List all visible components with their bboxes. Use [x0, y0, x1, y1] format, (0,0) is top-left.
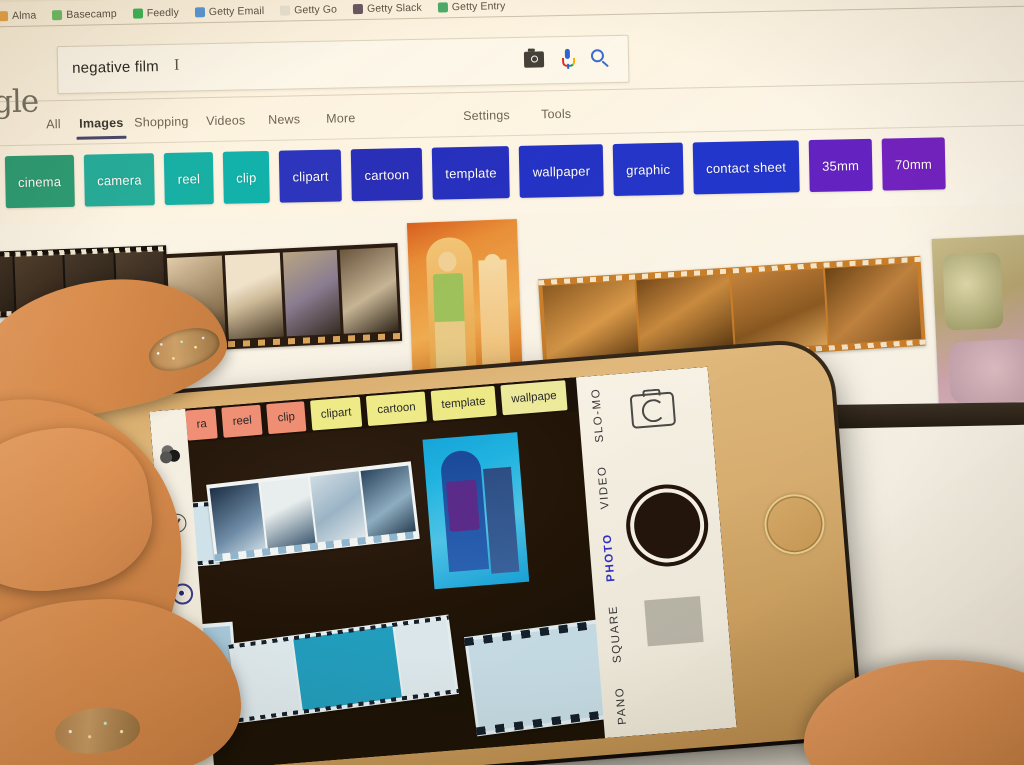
bookmark-item[interactable]: Getty Slack [352, 1, 422, 15]
bookmark-item[interactable]: Getty Email [194, 4, 265, 19]
tab-settings[interactable]: Settings [463, 108, 510, 123]
bookmark-item[interactable]: Basecamp [52, 8, 117, 21]
search-input[interactable]: negative film [72, 58, 159, 77]
tab-label: News [268, 112, 301, 127]
bookmark-label: Alma [11, 9, 37, 23]
tab-news[interactable]: News [268, 112, 300, 127]
bookmark-favicon-icon [352, 3, 364, 15]
tab-label: Settings [462, 108, 511, 124]
viewfinder-film-strip [228, 614, 459, 724]
finger-nail-glitter [52, 703, 143, 758]
film-strip-amber-negative[interactable] [538, 255, 926, 370]
filter-chip[interactable]: wallpaper [519, 144, 604, 198]
viewfinder-guards-photo [422, 432, 530, 590]
search-icons [523, 48, 610, 70]
camera-mode-photo[interactable]: PHOTO [602, 533, 618, 582]
tab-label: All [46, 117, 61, 132]
viewfinder-chip: cartoon [366, 391, 427, 427]
tab-all[interactable]: All [46, 117, 61, 131]
tab-shopping[interactable]: Shopping [134, 115, 189, 130]
tab-images[interactable]: Images [76, 115, 127, 140]
camera-mode-slo-mo[interactable]: SLO-MO [590, 387, 606, 443]
bookmark-label: Getty Entry [451, 0, 506, 14]
active-tab-underline [76, 135, 127, 140]
viewfinder-chip: wallpape [500, 380, 568, 416]
tab-label: Images [79, 115, 124, 131]
photo-guards-negative[interactable] [406, 218, 523, 384]
filter-chip[interactable]: cartoon [351, 147, 423, 202]
filter-chip[interactable]: 70mm [881, 137, 946, 191]
bookmark-label: Getty Email [208, 4, 265, 19]
camera-roll-thumbnail[interactable] [644, 596, 704, 647]
filter-chip[interactable]: contact sheet [692, 140, 800, 195]
text-caret: I [173, 56, 180, 74]
tab-label: Shopping [134, 114, 189, 130]
tab-label: More [326, 111, 356, 126]
tab-more[interactable]: More [326, 111, 356, 126]
filter-chip[interactable]: graphic [612, 142, 684, 196]
tab-videos[interactable]: Videos [206, 113, 245, 128]
camera-mode-video[interactable]: VIDEO [596, 465, 611, 510]
viewfinder-chip: template [430, 385, 497, 421]
bookmark-favicon-icon [280, 5, 291, 16]
bookmark-item[interactable]: Alma [0, 10, 36, 23]
bookmark-favicon-icon [132, 8, 143, 19]
search-icon[interactable] [590, 48, 610, 68]
viewfinder-chip: clip [266, 401, 307, 435]
filters-icon[interactable] [159, 445, 182, 465]
photo-foliage-negative[interactable] [931, 233, 1024, 414]
bookmark-label: Getty Go [294, 3, 338, 17]
tab-label: Tools [540, 106, 572, 122]
bookmark-item[interactable]: Feedly [132, 6, 180, 20]
filter-chip[interactable]: reel [164, 152, 214, 205]
bookmark-label: Getty Slack [366, 1, 422, 15]
camera-mode-pano[interactable]: PANO [614, 686, 629, 725]
filter-chip[interactable]: clip [222, 150, 270, 204]
search-box[interactable]: negative film I [56, 34, 630, 95]
microphone-icon[interactable] [561, 48, 576, 69]
search-row: oogle negative film I [0, 17, 1024, 121]
camera-right-controls: SLO-MO VIDEO PHOTO SQUARE PANO [575, 366, 737, 739]
photo-scene: Alma Basecamp Feedly Getty Email Getty Go Get… [0, 0, 1024, 765]
bookmark-label: Basecamp [66, 7, 117, 21]
camera-mode-square[interactable]: SQUARE [607, 605, 624, 664]
tab-label: Videos [206, 113, 246, 129]
viewfinder-chip: reel [221, 404, 263, 438]
bookmark-favicon-icon [194, 7, 205, 18]
bookmark-favicon-icon [52, 10, 63, 21]
viewfinder-chip: clipart [309, 396, 363, 431]
filter-chip[interactable]: cinema [4, 154, 75, 209]
viewfinder-film-strip [206, 461, 420, 563]
bookmark-item[interactable]: Getty Entry [437, 0, 506, 14]
viewfinder-chip: ra [185, 408, 218, 441]
filter-chip[interactable]: template [431, 146, 511, 200]
filter-chip[interactable]: clipart [278, 149, 343, 203]
bookmark-label: Feedly [146, 6, 180, 20]
bookmark-item[interactable]: Getty Go [280, 4, 337, 17]
filter-chip[interactable]: 35mm [808, 138, 873, 193]
home-button[interactable] [762, 491, 827, 557]
flip-camera-icon[interactable] [629, 391, 677, 429]
tab-tools[interactable]: Tools [541, 107, 571, 122]
shutter-button[interactable] [627, 485, 708, 566]
bookmark-favicon-icon [0, 11, 9, 22]
bookmark-favicon-icon [437, 2, 448, 13]
filter-chip[interactable]: camera [83, 153, 156, 207]
camera-search-icon[interactable] [523, 51, 545, 68]
